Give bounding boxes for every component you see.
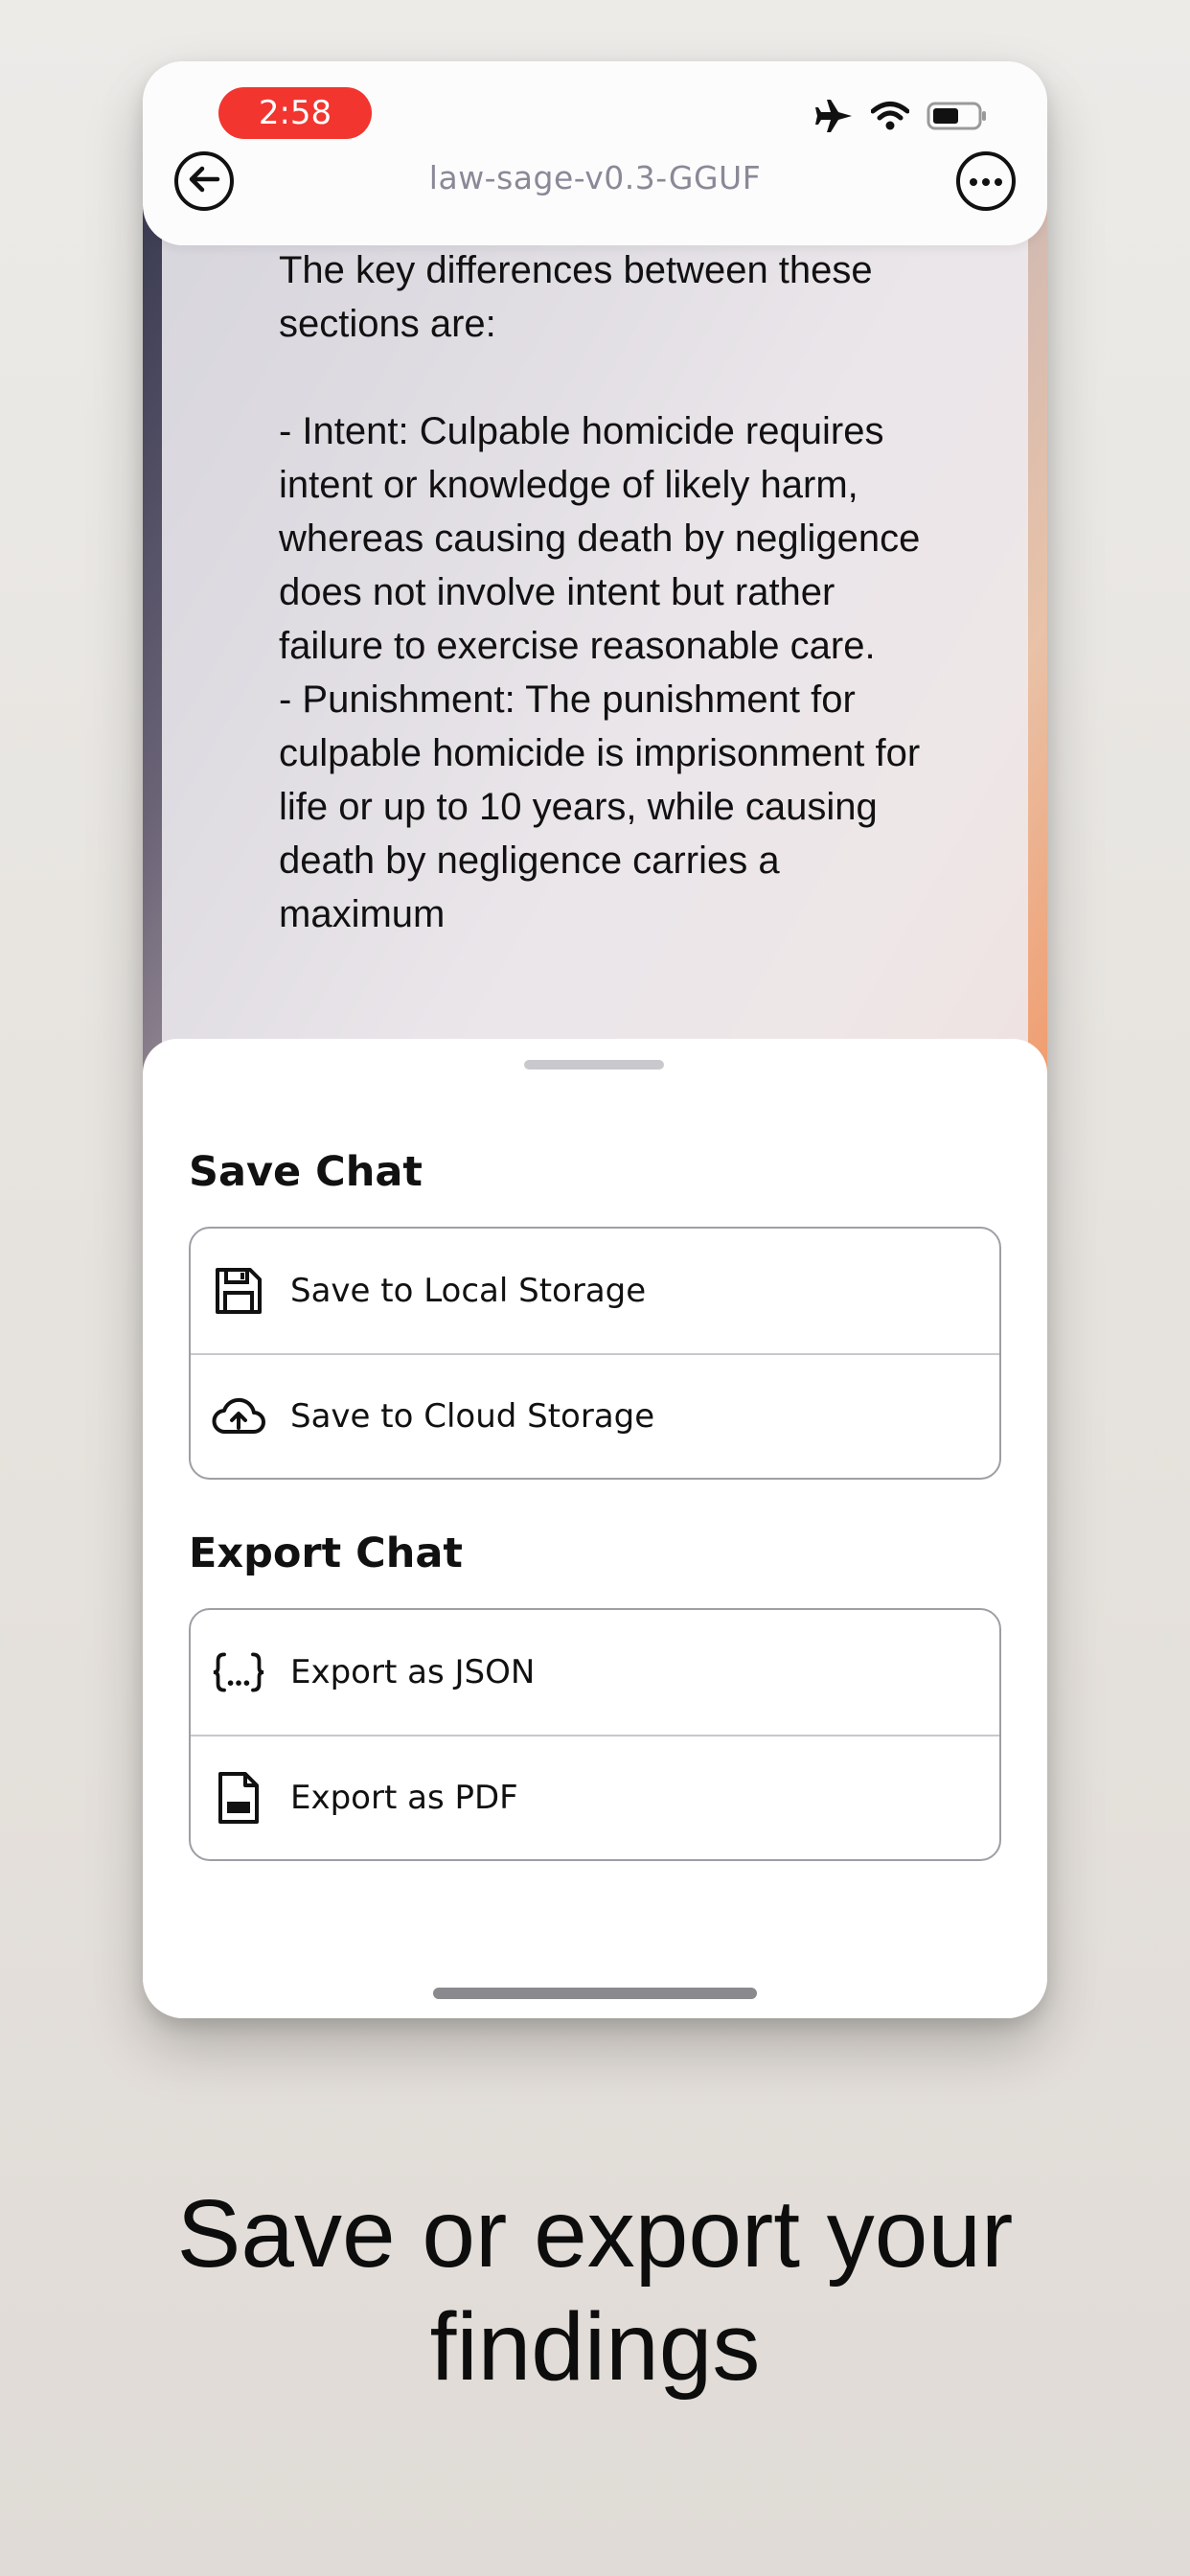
export-chat-title: Export Chat [189,1530,463,1577]
model-title: law-sage-v0.3-GGUF [428,159,762,196]
save-local-label: Save to Local Storage [290,1272,647,1310]
chat-message-panel: The key differences between these sectio… [162,205,1028,1116]
sheet-grabber[interactable] [524,1060,664,1070]
top-bar: 2:58 law-sage-v0.3-GGUF [143,61,1047,245]
more-options-button[interactable] [956,151,1016,211]
more-dots-icon [969,172,1003,191]
save-options-group: Save to Local Storage Save to Cloud Stor… [189,1227,1001,1480]
floppy-disk-icon [212,1264,265,1318]
status-time: 2:58 [218,87,372,139]
export-json-label: Export as JSON [290,1653,536,1691]
caption-line-2: findings [429,2293,761,2401]
back-button[interactable] [174,151,234,211]
battery-icon [927,101,988,135]
airplane-icon [815,100,854,136]
marketing-caption: Save or export your findings [0,2177,1190,2404]
save-cloud-button[interactable]: Save to Cloud Storage [191,1353,999,1478]
phone-frame: The key differences between these sectio… [143,61,1047,2018]
assistant-message: The key differences between these sectio… [279,249,921,935]
caption-line-1: Save or export your [176,2180,1014,2288]
home-indicator [433,1988,757,1999]
export-pdf-label: Export as PDF [290,1779,518,1817]
export-pdf-button[interactable]: Export as PDF [191,1735,999,1859]
export-json-button[interactable]: Export as JSON [191,1610,999,1735]
export-options-group: Export as JSON Export as PDF [189,1608,1001,1861]
chat-background: The key differences between these sectio… [143,205,1047,1116]
save-chat-title: Save Chat [189,1148,423,1196]
cloud-upload-icon [212,1390,265,1443]
save-cloud-label: Save to Cloud Storage [290,1397,655,1436]
wifi-icon [870,101,910,135]
back-arrow-icon [187,164,221,198]
status-icons [815,100,988,136]
save-local-button[interactable]: Save to Local Storage [191,1229,999,1353]
save-export-sheet: Save Chat Save to Local Storage Save to … [143,1039,1047,2018]
json-braces-icon [212,1645,265,1699]
pdf-file-icon [212,1771,265,1825]
